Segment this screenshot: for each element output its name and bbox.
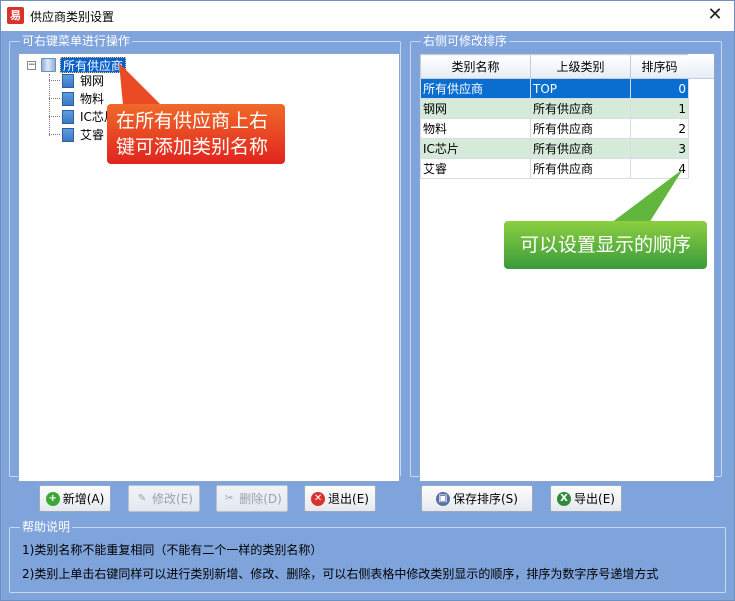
book-icon	[41, 58, 56, 72]
help-line-1: 1)类别名称不能重复相同（不能有二个一样的类别名称）	[22, 543, 323, 557]
help-groupbox: 帮助说明 1)类别名称不能重复相同（不能有二个一样的类别名称） 2)类别上单击右…	[9, 519, 726, 593]
column-header-order[interactable]: 排序码	[630, 54, 689, 79]
cell-order[interactable]: 2	[630, 118, 689, 139]
table-row[interactable]: 钢网 所有供应商 1	[420, 98, 689, 119]
table-header-row: 类别名称 上级类别 排序码	[420, 54, 689, 79]
supplier-category-window: 易 供应商类别设置 ✕ 可右键菜单进行操作 − 所有供应商 钢网 物料 IC芯片…	[0, 0, 735, 601]
cell-order[interactable]: 3	[630, 138, 689, 159]
red-annotation-callout: 在所有供应商上右 键可添加类别名称	[107, 104, 285, 164]
edit-button-label: 修改(E)	[152, 492, 193, 506]
cell-name: 物料	[420, 118, 531, 139]
export-button[interactable]: X 导出(E)	[550, 485, 622, 512]
save-icon: ▣	[436, 491, 450, 506]
delete-button-label: 删除(D)	[239, 492, 282, 506]
help-caption: 帮助说明	[20, 519, 73, 535]
tree-group-caption: 可右键菜单进行操作	[20, 33, 133, 49]
tree-node-label: 钢网	[80, 74, 105, 88]
help-line-2: 2)类别上单击右键同样可以进行类别新增、修改、删除，可以右侧表格中修改类别显示的…	[22, 567, 659, 581]
green-callout-text: 可以设置显示的顺序	[519, 234, 691, 256]
tree-root-node[interactable]: 所有供应商	[60, 57, 127, 73]
cell-order[interactable]: 0	[630, 78, 689, 99]
column-header-parent[interactable]: 上级类别	[530, 54, 631, 79]
add-icon: +	[45, 491, 60, 506]
exit-icon: ✕	[311, 491, 326, 506]
delete-icon: ✂	[224, 492, 234, 504]
cell-parent: 所有供应商	[530, 118, 631, 139]
category-icon	[62, 92, 74, 106]
app-logo-icon: 易	[7, 7, 24, 24]
cell-name: 艾睿	[420, 158, 531, 179]
cell-parent: TOP	[530, 78, 631, 99]
excel-icon: X	[557, 491, 572, 506]
tree-connector	[49, 80, 60, 81]
add-button-label: 新增(A)	[62, 492, 105, 506]
exit-button[interactable]: ✕ 退出(E)	[304, 485, 376, 512]
cell-parent: 所有供应商	[530, 158, 631, 179]
grid-header-filler	[688, 54, 714, 79]
tree-connector	[49, 74, 50, 136]
cell-order[interactable]: 4	[630, 158, 689, 179]
category-icon	[62, 128, 74, 142]
column-header-name[interactable]: 类别名称	[420, 54, 531, 79]
tree-node-label: 物料	[80, 92, 105, 106]
green-annotation-callout: 可以设置显示的顺序	[504, 221, 707, 269]
close-icon[interactable]: ✕	[704, 5, 726, 27]
table-row[interactable]: 物料 所有供应商 2	[420, 118, 689, 139]
sort-group-caption: 右侧可修改排序	[421, 33, 510, 49]
exit-button-label: 退出(E)	[328, 492, 369, 506]
export-button-label: 导出(E)	[574, 492, 615, 506]
category-icon	[62, 110, 74, 124]
tree-connector	[49, 134, 60, 135]
red-callout-line-2: 键可添加类别名称	[116, 136, 269, 158]
sort-table: 类别名称 上级类别 排序码 所有供应商 TOP 0 钢网 所有供应商 1 物料 …	[420, 54, 689, 179]
cell-order[interactable]: 1	[630, 98, 689, 119]
save-order-button[interactable]: ▣ 保存排序(S)	[421, 485, 533, 512]
category-icon	[62, 74, 74, 88]
red-callout-line-1: 在所有供应商上右	[116, 110, 269, 132]
tree-connector	[49, 98, 60, 99]
add-button[interactable]: + 新增(A)	[39, 485, 111, 512]
table-row[interactable]: 所有供应商 TOP 0	[420, 78, 689, 99]
cell-name: 钢网	[420, 98, 531, 119]
tree-node-label: 艾睿	[80, 128, 105, 142]
table-row[interactable]: IC芯片 所有供应商 3	[420, 138, 689, 159]
delete-button[interactable]: ✂ 删除(D)	[216, 485, 288, 512]
cell-parent: 所有供应商	[530, 98, 631, 119]
cell-name: 所有供应商	[420, 78, 531, 99]
edit-button[interactable]: ✎ 修改(E)	[128, 485, 200, 512]
pencil-icon: ✎	[137, 492, 147, 504]
cell-parent: 所有供应商	[530, 138, 631, 159]
collapse-icon[interactable]: −	[27, 61, 36, 70]
save-order-button-label: 保存排序(S)	[453, 492, 518, 506]
tree-connector	[49, 116, 60, 117]
window-title: 供应商类别设置	[30, 10, 115, 24]
table-row[interactable]: 艾睿 所有供应商 4	[420, 158, 689, 179]
cell-name: IC芯片	[420, 138, 531, 159]
title-bar: 易 供应商类别设置 ✕	[1, 1, 734, 31]
